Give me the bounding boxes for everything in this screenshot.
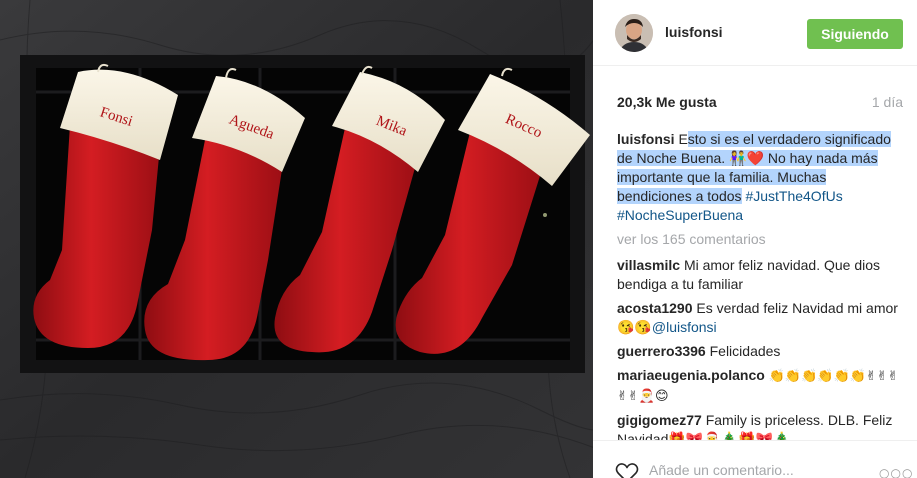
comment-item: guerrero3396 Felicidades — [617, 342, 899, 361]
comment-text: Felicidades — [709, 343, 781, 359]
post-photo[interactable]: Fonsi Agueda Mika Rocco — [0, 0, 593, 478]
comment-item: acosta1290 Es verdad feliz Navidad mi am… — [617, 299, 899, 337]
heart-outline-icon[interactable] — [615, 462, 639, 478]
comment-username[interactable]: guerrero3396 — [617, 343, 706, 359]
add-comment-input[interactable] — [649, 462, 859, 478]
avatar[interactable] — [615, 14, 653, 52]
comments-list[interactable]: luisfonsi Esto si es el verdadero signif… — [617, 130, 899, 440]
following-button[interactable]: Siguiendo — [807, 19, 903, 49]
comment-item: gigigomez77 Family is priceless. DLB. Fe… — [617, 411, 899, 440]
username-link[interactable]: luisfonsi — [665, 24, 723, 40]
stockings-image: Fonsi Agueda Mika Rocco — [0, 0, 593, 478]
caption: luisfonsi Esto si es el verdadero signif… — [617, 131, 891, 223]
mention-link[interactable]: @luisfonsi — [652, 319, 717, 335]
comment-username[interactable]: villasmilc — [617, 257, 680, 273]
caption-username[interactable]: luisfonsi — [617, 131, 675, 147]
comment-username[interactable]: mariaeugenia.polanco — [617, 367, 765, 383]
comment-username[interactable]: gigigomez77 — [617, 412, 702, 428]
post-meta: 20,3k Me gusta 1 día — [617, 94, 903, 112]
post-footer: ○○○ — [593, 440, 917, 478]
more-options-icon[interactable]: ○○○ — [879, 466, 913, 478]
hashtag-link[interactable]: #NocheSuperBuena — [617, 207, 743, 223]
hashtag-link[interactable]: #JustThe4OfUs — [745, 188, 842, 204]
post-side-panel: luisfonsi Siguiendo 20,3k Me gusta 1 día… — [593, 0, 917, 478]
post-time[interactable]: 1 día — [872, 94, 903, 110]
post-header: luisfonsi Siguiendo — [593, 0, 917, 66]
comment-username[interactable]: acosta1290 — [617, 300, 693, 316]
view-all-comments-link[interactable]: ver los 165 comentarios — [617, 230, 899, 249]
comment-item: villasmilc Mi amor feliz navidad. Que di… — [617, 256, 899, 294]
comment-item: mariaeugenia.polanco 👏👏👏👏👏👏✌✌✌✌✌🎅😊 — [617, 366, 899, 406]
likes-count[interactable]: 20,3k Me gusta — [617, 94, 717, 110]
